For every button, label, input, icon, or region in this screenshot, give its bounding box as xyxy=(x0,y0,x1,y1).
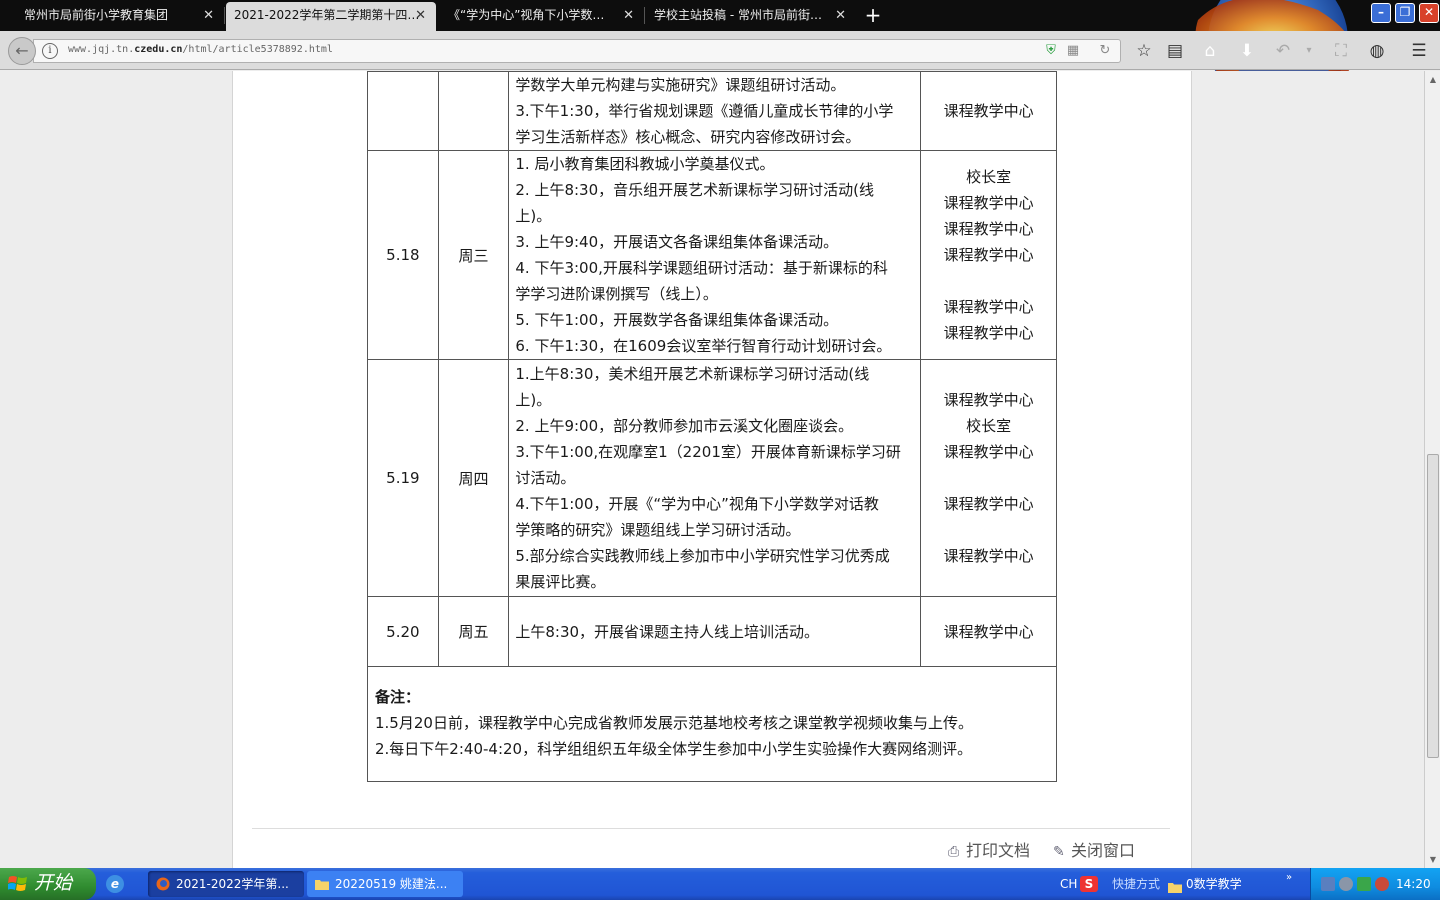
security-shield-icon[interactable] xyxy=(1357,877,1371,891)
screenshot-icon[interactable]: ⛶ xyxy=(1330,40,1352,62)
print-button[interactable]: ⎙ 打印文档 xyxy=(948,837,1030,861)
system-clock[interactable]: 14:20 xyxy=(1396,868,1431,900)
bookmark-star-icon[interactable]: ☆ xyxy=(1133,40,1155,62)
document-edit-icon: ✎ xyxy=(1053,844,1065,860)
reading-list-icon[interactable]: ▤ xyxy=(1164,40,1186,62)
internet-explorer-icon[interactable]: e xyxy=(106,875,124,893)
date-cell: 5.18 xyxy=(367,150,439,360)
activity-cell: 1.上午8:30，美术组开展艺术新课标学习研讨活动(线 上)。 2. 上午9:0… xyxy=(508,359,922,597)
tab-2-active[interactable]: 2021-2022学年第二学期第十四… ✕ xyxy=(226,2,436,31)
activity-cell: 1. 局小教育集团科教城小学奠基仪式。 2. 上午8:30，音乐组开展艺术新课标… xyxy=(508,150,922,360)
notes-box: 备注： 1.5月20日前，课程教学中心完成省教师发展示范基地校考核之课堂教学视频… xyxy=(367,662,1057,782)
shield-icon[interactable]: ⛨ xyxy=(1043,43,1059,59)
back-button[interactable]: ← xyxy=(8,37,36,65)
table-row: 5.20 周五 上午8:30，开展省课题主持人线上培训活动。 课程教学中心 xyxy=(367,596,1057,667)
undo-icon[interactable]: ↶ xyxy=(1272,40,1294,62)
ime-indicator[interactable]: CH xyxy=(1060,868,1077,900)
volume-icon[interactable] xyxy=(1339,877,1353,891)
windows-flag-icon xyxy=(8,876,27,891)
note-item: 2.每日下午2:40-4:20，科学组组织五年级全体学生参加中小学生实验操作大赛… xyxy=(375,740,973,758)
activity-cell: 上午8:30，开展省课题主持人线上培训活动。 xyxy=(508,596,922,667)
schedule-table: 学数学大单元构建与实施研究》课题组研讨活动。 3.下午1:30，举行省规划课题《… xyxy=(367,71,1057,667)
minimize-button[interactable]: – xyxy=(1371,3,1391,23)
scroll-up-arrow[interactable]: ▲ xyxy=(1426,73,1440,87)
date-cell: 5.19 xyxy=(367,359,439,597)
weekday-cell: 周五 xyxy=(437,596,510,667)
tab-title: 2021-2022学年第二学期第十四… xyxy=(234,8,420,22)
qr-code-icon[interactable]: ▦ xyxy=(1065,43,1081,59)
start-button[interactable]: 开始 xyxy=(0,868,96,900)
url-bar[interactable]: i www.jqj.tn.czedu.cn/html/article537889… xyxy=(33,39,1121,63)
firefox-icon xyxy=(156,877,170,891)
info-icon[interactable]: i xyxy=(42,43,58,59)
department-cell: 课程教学中心 xyxy=(920,596,1057,667)
reload-icon[interactable]: ↻ xyxy=(1097,43,1113,59)
shortcut-toolbar-label: 快捷方式 xyxy=(1112,877,1161,891)
tab-title: 常州市局前街小学教育集团 xyxy=(24,8,169,22)
folder-icon xyxy=(315,880,329,890)
table-row: 5.19 周四 1.上午8:30，美术组开展艺术新课标学习研讨活动(线 上)。 … xyxy=(367,359,1057,597)
windows-taskbar: 开始 e 2021-2022学年第... 20220519 姚建法... CH … xyxy=(0,868,1440,900)
scroll-down-arrow[interactable]: ▼ xyxy=(1426,853,1440,867)
folder-icon xyxy=(1168,878,1182,893)
close-window-button[interactable]: ✕ xyxy=(1419,3,1439,23)
close-icon[interactable]: ✕ xyxy=(415,2,426,29)
close-icon[interactable]: ✕ xyxy=(623,2,634,29)
vertical-scrollbar[interactable]: ▲ ▼ xyxy=(1424,71,1440,868)
activity-cell: 学数学大单元构建与实施研究》课题组研讨活动。 3.下午1:30，举行省规划课题《… xyxy=(508,71,922,151)
close-icon[interactable]: ✕ xyxy=(203,2,214,29)
chevron-down-icon[interactable]: ▾ xyxy=(1298,40,1320,62)
divider xyxy=(252,828,1170,829)
tab-3[interactable]: 《“学为中心”视角下小学数… ✕ xyxy=(438,2,644,31)
table-row: 5.18 周三 1. 局小教育集团科教城小学奠基仪式。 2. 上午8:30，音乐… xyxy=(367,150,1057,360)
url-text[interactable]: www.jqj.tn.czedu.cn/html/article5378892.… xyxy=(68,44,333,55)
quick-folder-link[interactable]: 0数学教学 xyxy=(1186,868,1242,900)
close-icon[interactable]: ✕ xyxy=(835,2,846,29)
tab-1[interactable]: 常州市局前街小学教育集团 ✕ xyxy=(6,2,224,31)
taskbar-item-firefox[interactable]: 2021-2022学年第... xyxy=(148,871,304,897)
extension-icon[interactable]: ◍ xyxy=(1366,40,1388,62)
new-tab-button[interactable]: + xyxy=(862,4,884,26)
notes-title: 备注： xyxy=(375,688,421,706)
weekday-cell: 周四 xyxy=(437,359,510,597)
department-cell: 校长室 课程教学中心 课程教学中心 课程教学中心 课程教学中心 课程教学中心 xyxy=(920,150,1057,360)
scrollbar-thumb[interactable] xyxy=(1427,454,1439,758)
network-icon[interactable] xyxy=(1321,877,1335,891)
sogou-input-icon[interactable]: S xyxy=(1080,876,1098,892)
tab-strip: 常州市局前街小学教育集团 ✕ 2021-2022学年第二学期第十四… ✕ 《“学… xyxy=(0,0,1440,72)
close-page-button[interactable]: ✎ 关闭窗口 xyxy=(1053,837,1135,861)
restore-button[interactable]: ❐ xyxy=(1395,3,1415,23)
navigation-toolbar: i www.jqj.tn.czedu.cn/html/article537889… xyxy=(0,31,1440,70)
home-icon[interactable]: ⌂ xyxy=(1199,40,1221,62)
chevron-right-icon[interactable]: » xyxy=(1286,862,1292,894)
antivirus-icon[interactable] xyxy=(1375,877,1389,891)
table-row: 学数学大单元构建与实施研究》课题组研讨活动。 3.下午1:30，举行省规划课题《… xyxy=(367,71,1057,151)
note-item: 1.5月20日前，课程教学中心完成省教师发展示范基地校考核之课堂教学视频收集与上… xyxy=(375,714,973,732)
tab-title: 《“学为中心”视角下小学数… xyxy=(448,8,605,22)
tab-4[interactable]: 学校主站投稿 - 常州市局前街… ✕ xyxy=(646,2,856,31)
department-cell: 课程教学中心 校长室 课程教学中心 课程教学中心 课程教学中心 xyxy=(920,359,1057,597)
printer-icon: ⎙ xyxy=(948,844,960,860)
menu-icon[interactable]: ☰ xyxy=(1408,40,1430,62)
download-icon[interactable]: ⬇ xyxy=(1236,40,1258,62)
weekday-cell: 周三 xyxy=(437,150,510,360)
page-viewport: 学数学大单元构建与实施研究》课题组研讨活动。 3.下午1:30，举行省规划课题《… xyxy=(0,71,1424,868)
date-cell: 5.20 xyxy=(367,596,439,667)
department-cell: 课程教学中心 xyxy=(920,71,1057,151)
taskbar-item-folder[interactable]: 20220519 姚建法... xyxy=(307,871,463,897)
tab-title: 学校主站投稿 - 常州市局前街… xyxy=(654,8,822,22)
